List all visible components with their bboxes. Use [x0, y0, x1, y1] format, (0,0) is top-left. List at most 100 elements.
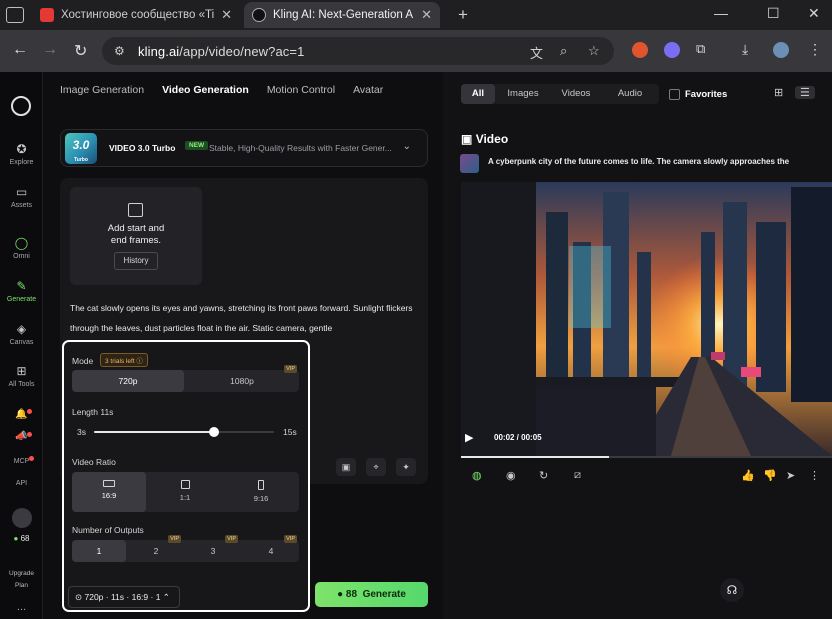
history-button[interactable]: History	[114, 252, 158, 270]
close-window-button[interactable]: ✕	[808, 5, 820, 22]
close-tab-icon[interactable]: ✕	[221, 7, 232, 23]
chevron-up-icon: ⌃	[162, 592, 170, 602]
credit-drop-icon: ●	[337, 589, 344, 600]
generate-icon: ✎	[16, 279, 27, 293]
filter-videos[interactable]: Videos	[551, 84, 601, 104]
filter-images[interactable]: Images	[499, 84, 547, 104]
rail-item-canvas[interactable]: ◈ Canvas	[0, 322, 43, 346]
extension-cloud-icon[interactable]	[664, 42, 680, 58]
share-icon[interactable]: ➤	[786, 469, 795, 482]
kling-favicon-icon	[252, 8, 266, 22]
favorites-checkbox[interactable]	[669, 89, 680, 100]
new-badge: NEW	[185, 141, 209, 150]
support-headset-icon[interactable]: ☊	[720, 578, 744, 602]
prompt-input[interactable]: The cat slowly opens its eyes and yawns,…	[70, 298, 420, 338]
credits-balance[interactable]: ● 68	[0, 534, 43, 543]
mode-option[interactable]: 720p	[72, 370, 184, 392]
save-preset-icon[interactable]: ▣	[336, 458, 356, 476]
user-avatar[interactable]	[12, 508, 32, 528]
dislike-icon[interactable]: 👎	[763, 469, 777, 482]
trials-badge: 3 trials left ⓘ	[100, 353, 148, 367]
maximize-button[interactable]: ☐	[767, 5, 780, 22]
rail-item-mcp[interactable]: MCP	[0, 458, 43, 465]
rail-item-all-tools[interactable]: ⊞ All Tools	[0, 364, 43, 388]
zoom-icon[interactable]: ⌕	[560, 43, 567, 59]
more-icon[interactable]: …	[0, 602, 43, 613]
video-progress-bar[interactable]	[461, 456, 832, 458]
settings-summary-button[interactable]: ⊙ 720p · 11s · 16:9 · 1 ⌃	[68, 586, 180, 608]
like-icon[interactable]: 👍	[741, 469, 755, 482]
outputs-label: Number of Outputs	[72, 525, 144, 535]
side-rail: ✪ Explore ▭ Assets ◯ Omni ✎ Generate ◈ Canvas…	[0, 72, 43, 619]
minimize-button[interactable]: —	[714, 5, 728, 21]
output-option[interactable]: 1	[72, 540, 126, 562]
forward-button[interactable]: →	[42, 41, 58, 59]
edit-icon[interactable]: ⧄	[574, 469, 581, 482]
bookmark-star-icon[interactable]: ☆	[588, 43, 600, 59]
canvas-icon: ◈	[16, 322, 27, 336]
location-pin-icon[interactable]: ⌖	[366, 458, 386, 476]
upgrade-plan-link[interactable]: Upgrade Plan	[0, 568, 43, 592]
address-bar[interactable]: ⚙ kling.ai/app/video/new?ac=1 文 ⌕ ☆	[102, 37, 614, 65]
play-button[interactable]: ▶	[465, 431, 473, 444]
tab-video-generation[interactable]: Video Generation	[162, 84, 249, 96]
extension-fox-icon[interactable]	[632, 42, 648, 58]
output-option[interactable]: 2 VIP	[129, 535, 183, 562]
start-end-frames-upload[interactable]: Add start and end frames. History	[70, 187, 202, 285]
output-option[interactable]: 4 VIP	[243, 535, 299, 562]
tab-image-generation[interactable]: Image Generation	[60, 84, 144, 96]
download-icon[interactable]: ⤓	[742, 41, 748, 58]
extensions-puzzle-icon[interactable]: ⧉	[696, 41, 705, 57]
model-selector[interactable]: 3.0 Turbo VIDEO 3.0 Turbo NEW Stable, Hig…	[60, 129, 428, 167]
generate-button[interactable]: ● 88 Generate	[315, 582, 428, 607]
new-tab-button[interactable]: +	[458, 5, 468, 25]
output-option[interactable]: 3 VIP	[186, 535, 240, 562]
eye-icon[interactable]: ◉	[506, 469, 516, 482]
back-button[interactable]: ←	[12, 41, 28, 59]
filter-audio[interactable]: Audio	[605, 84, 655, 104]
length-slider[interactable]	[94, 427, 274, 437]
browser-tab-kling[interactable]: Kling AI: Next-Generation AI Cr ✕	[244, 2, 440, 28]
rail-item-generate[interactable]: ✎ Generate	[0, 279, 43, 303]
close-tab-icon[interactable]: ✕	[421, 7, 432, 23]
menu-dots-icon[interactable]: ⋮	[808, 41, 822, 58]
video-time: 00:02 / 00:05	[494, 433, 542, 442]
video-player[interactable]	[461, 182, 832, 456]
ratio-option[interactable]: 9:16	[224, 472, 298, 512]
all-tools-icon: ⊞	[16, 364, 27, 378]
rail-item-api[interactable]: API	[0, 480, 43, 487]
megaphone-icon: 📣	[15, 431, 28, 442]
kling-logo-icon[interactable]	[11, 96, 31, 116]
grid-view-icon[interactable]: ⊞	[774, 86, 783, 99]
rail-item-omni[interactable]: ◯ Omni	[0, 236, 43, 260]
profile-avatar[interactable]	[773, 42, 789, 58]
ratio-option[interactable]: 16:9	[72, 472, 146, 512]
tab-avatar[interactable]: Avatar	[353, 84, 383, 96]
announcements-button[interactable]: 📣	[0, 431, 43, 445]
video-progress-fill	[461, 456, 610, 458]
browser-tab-hosting[interactable]: Хостинговое сообщество «Tim ✕	[32, 2, 240, 28]
rail-item-explore[interactable]: ✪ Explore	[0, 142, 43, 166]
section-title: ▣ Video	[461, 132, 509, 146]
vip-badge: VIP	[284, 365, 297, 373]
rail-item-assets[interactable]: ▭ Assets	[0, 185, 43, 209]
reload-button[interactable]: ↻	[74, 41, 87, 61]
filter-all[interactable]: All	[461, 84, 495, 104]
site-settings-icon[interactable]: ⚙	[114, 44, 125, 58]
tab-title: Kling AI: Next-Generation AI Cr	[273, 9, 414, 21]
list-view-icon[interactable]: ☰	[795, 86, 815, 99]
ai-assist-icon[interactable]: ✦	[396, 458, 416, 476]
notifications-button[interactable]: 🔔	[0, 409, 43, 423]
omni-status-icon[interactable]: ◍	[472, 469, 482, 482]
url-text: kling.ai/app/video/new?ac=1	[138, 44, 305, 59]
length-slider-handle[interactable]	[209, 427, 219, 437]
mode-label: Mode	[72, 356, 94, 366]
tab-actions-icon[interactable]	[6, 7, 24, 23]
mode-option[interactable]: 1080p VIP	[185, 365, 299, 392]
translate-icon[interactable]: 文	[530, 43, 543, 62]
ratio-option[interactable]: 1:1	[148, 472, 222, 512]
ratio-label: Video Ratio	[72, 457, 116, 467]
reuse-icon[interactable]: ↻	[539, 469, 548, 482]
tab-motion-control[interactable]: Motion Control	[267, 84, 335, 96]
more-options-icon[interactable]: ⋮	[809, 469, 820, 482]
